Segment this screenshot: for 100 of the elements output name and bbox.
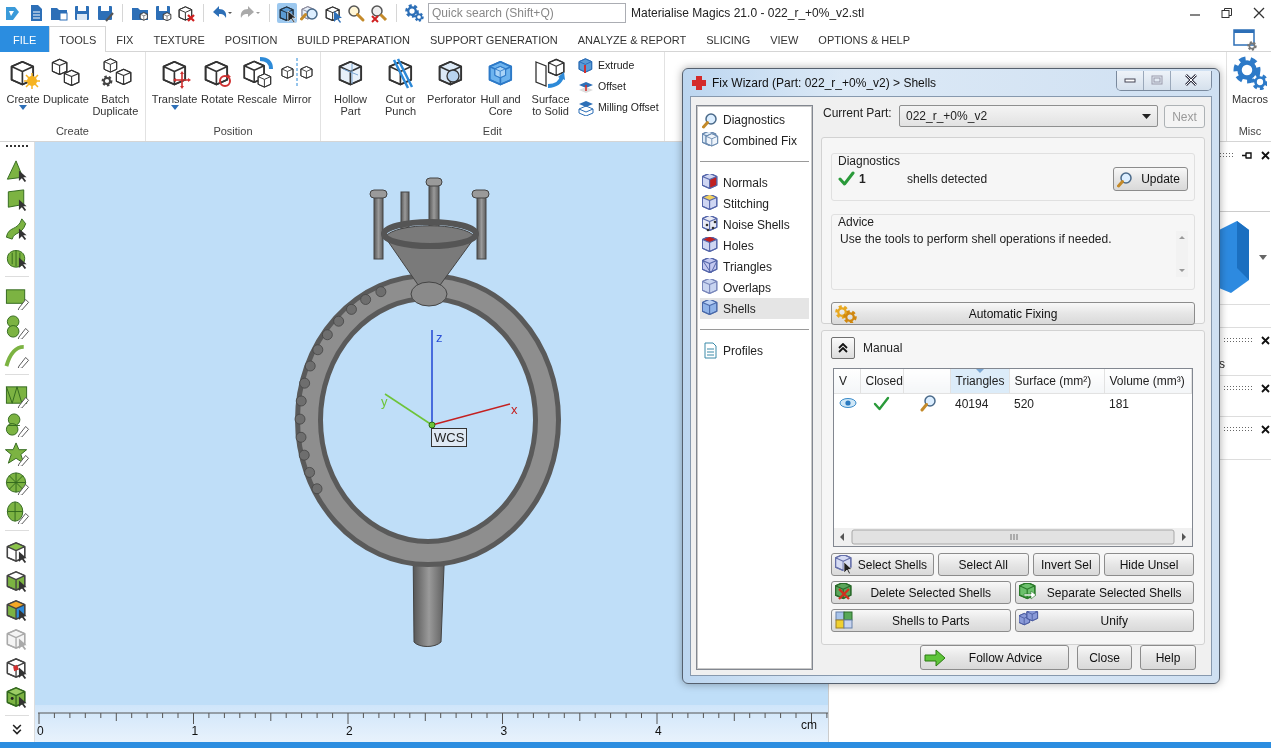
tool-button[interactable]: Surface to Solid	[526, 55, 576, 118]
wizard-step[interactable]: Noise Shells	[700, 214, 809, 235]
ribbon-tab[interactable]: ANALYZE & REPORT	[567, 26, 697, 52]
collapse-button[interactable]	[831, 337, 855, 359]
restore-icon[interactable]	[1221, 7, 1233, 19]
tool-button[interactable]: Cut or Punch	[376, 55, 426, 118]
wheel-pen-icon[interactable]	[4, 470, 30, 496]
window-title: Materialise Magics 21.0 - 022_r_+0%_v2.stl	[631, 6, 865, 20]
tool-button[interactable]: Offset	[577, 77, 659, 95]
scrollbar[interactable]	[838, 529, 1188, 545]
wizard-step[interactable]: Overlaps	[700, 277, 809, 298]
tool-button[interactable]: Mirror	[279, 55, 316, 106]
action-button[interactable]: Select Shells	[831, 553, 934, 576]
pin-icon[interactable]	[1241, 150, 1253, 160]
tool-button[interactable]: Hollow Part	[326, 55, 376, 118]
close-icon[interactable]	[1253, 7, 1265, 19]
search-field[interactable]: Quick search (Shift+Q)	[428, 3, 626, 23]
search-icon[interactable]	[918, 393, 938, 412]
ribbon-tab[interactable]: SUPPORT GENERATION	[420, 26, 568, 52]
ribbon-tab[interactable]: TEXTURE	[143, 26, 215, 52]
action-button[interactable]: Delete Selected Shells	[831, 581, 1011, 604]
save-icon[interactable]	[72, 3, 92, 23]
cube-cursor-icon[interactable]	[323, 3, 343, 23]
column-header[interactable]: Closed	[860, 369, 903, 393]
tool-button[interactable]: Milling Offset	[577, 98, 659, 116]
action-button[interactable]: Shells to Parts	[831, 609, 1011, 632]
ribbon-tab[interactable]: POSITION	[214, 26, 288, 52]
close-button[interactable]	[1171, 70, 1211, 90]
tool-button[interactable]: Rotate	[199, 55, 236, 106]
tool-button[interactable]: Duplicate	[42, 55, 90, 106]
column-header[interactable]: Volume (mm³)	[1104, 369, 1192, 393]
chevron-down-icon[interactable]	[12, 724, 22, 736]
save-as-icon[interactable]	[95, 3, 115, 23]
action-button[interactable]: Hide Unsel	[1103, 553, 1194, 576]
save-cube-icon[interactable]	[153, 3, 173, 23]
magnifier-cube-icon[interactable]	[300, 3, 320, 23]
star-pen-icon[interactable]	[4, 441, 30, 467]
wizard-step[interactable]: Normals	[700, 172, 809, 193]
column-header[interactable]: Surface (mm²)	[1009, 369, 1104, 393]
tool-button[interactable]: Hull and Core	[476, 55, 526, 118]
group-label: Position	[212, 125, 254, 139]
ribbon-tab[interactable]: OPTIONS & HELP	[808, 26, 921, 52]
close-icon[interactable]	[1261, 424, 1270, 434]
caret-icon[interactable]	[1259, 255, 1269, 261]
wizard-step[interactable]: Stitching	[700, 193, 809, 214]
mesh-pen-icon[interactable]	[4, 383, 30, 409]
tool-button[interactable]: Rescale	[236, 55, 279, 106]
automatic-fixing-button[interactable]: Automatic Fixing	[831, 302, 1195, 325]
curve-pen-icon[interactable]	[4, 343, 30, 369]
status-text: shells detected	[907, 172, 988, 186]
close-icon[interactable]	[1261, 335, 1270, 345]
wizard-step[interactable]: Triangles	[700, 256, 809, 277]
part-dropdown[interactable]: 022_r_+0%_v2	[899, 105, 1158, 127]
action-button[interactable]: Invert Sel	[1032, 553, 1100, 576]
action-button[interactable]: Separate Selected Shells	[1014, 581, 1194, 604]
wizard-step[interactable]: Combined Fix	[700, 130, 809, 151]
window-settings-icon[interactable]	[1232, 26, 1258, 51]
close-icon[interactable]	[1261, 150, 1270, 160]
dialog-button[interactable]: Help	[1140, 645, 1196, 670]
dialog-button[interactable]: Close	[1077, 645, 1132, 670]
dialog-title: Fix Wizard (Part: 022_r_+0%_v2) > Shells	[712, 75, 937, 90]
tool-button[interactable]: Translate	[150, 55, 199, 111]
minimize-icon[interactable]	[1124, 76, 1136, 84]
tool-button[interactable]: Batch Duplicate	[90, 55, 140, 118]
dialog-button[interactable]: Follow Advice	[920, 645, 1069, 670]
blob-pen-icon[interactable]	[4, 412, 30, 438]
wizard-step[interactable]: Profiles	[700, 340, 809, 361]
section-title: Manual	[863, 341, 903, 355]
blob-pen-icon[interactable]	[4, 314, 30, 340]
ribbon-tab[interactable]: FIX	[106, 26, 144, 52]
tool-button[interactable]: Create	[5, 55, 41, 111]
ribbon-tab[interactable]: VIEW	[760, 26, 809, 52]
eye-icon[interactable]	[839, 398, 857, 408]
wheel-pen-icon[interactable]	[4, 499, 30, 525]
minimize-button[interactable]	[1117, 70, 1144, 90]
settings-icon[interactable]	[404, 3, 424, 23]
wizard-step[interactable]: Diagnostics	[700, 109, 809, 130]
tool-button[interactable]: Extrude	[577, 56, 659, 74]
group-label: Edit	[481, 125, 503, 139]
ribbon-tab[interactable]: TOOLS	[49, 26, 107, 52]
caret-icon	[1142, 113, 1151, 119]
ribbon-tab[interactable]: SLICING	[696, 26, 761, 52]
close-icon[interactable]	[1184, 74, 1198, 86]
file-menu-tab[interactable]: FILE	[0, 26, 50, 52]
wizard-step[interactable]: Holes	[700, 235, 809, 256]
magnifier-cross-icon[interactable]	[369, 3, 389, 23]
arrow-icon	[924, 647, 946, 668]
close-icon[interactable]	[1261, 383, 1270, 393]
column-header[interactable]: V	[834, 369, 860, 393]
action-button[interactable]: Select All	[937, 553, 1029, 576]
wizard-step[interactable]: Shells	[700, 298, 809, 319]
ribbon-tab[interactable]: BUILD PREPARATION	[287, 26, 421, 52]
action-button[interactable]: Unify	[1014, 609, 1194, 632]
cube-cursor-icon[interactable]	[277, 3, 297, 23]
update-button[interactable]: Update	[1113, 167, 1188, 191]
search-icon[interactable]	[346, 3, 366, 23]
column-header[interactable]: Triangles	[950, 369, 1009, 393]
tool-button[interactable]: Perforator	[426, 55, 476, 106]
cube-cross-icon[interactable]	[176, 3, 196, 23]
tool-button[interactable]: Macros	[1230, 55, 1269, 106]
